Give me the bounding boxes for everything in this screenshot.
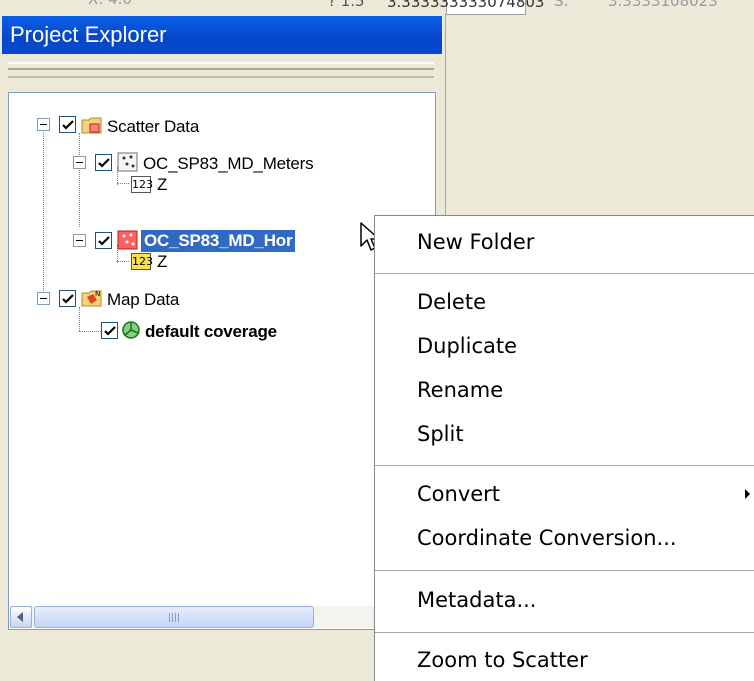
check-icon xyxy=(98,158,110,168)
collapse-scatter-1[interactable] xyxy=(73,156,86,169)
scrollbar-grip-icon xyxy=(169,613,181,622)
submenu-arrow-icon xyxy=(745,489,750,499)
context-menu: New Folder Delete Duplicate Rename Split… xyxy=(374,215,754,681)
menu-item-convert[interactable]: Convert xyxy=(417,482,500,506)
panel-toolbar xyxy=(8,62,434,78)
collapse-map-data[interactable] xyxy=(37,292,50,305)
menu-separator xyxy=(375,632,754,633)
tree-item-scatter-1[interactable]: OC_SP83_MD_Meters xyxy=(143,154,314,174)
coverage-icon xyxy=(121,320,143,340)
panel-title-bar: Project Explorer xyxy=(2,16,442,54)
dataset-123-icon: 123 xyxy=(131,253,153,270)
menu-item-coordinate-conversion[interactable]: Coordinate Conversion... xyxy=(417,526,677,550)
s-label: S: xyxy=(554,0,569,10)
menu-item-zoom-to-scatter[interactable]: Zoom to Scatter xyxy=(417,648,588,672)
folder-icon xyxy=(81,115,103,135)
tree-item-scatter-2[interactable]: OC_SP83_MD_Hor xyxy=(141,230,296,252)
menu-item-delete[interactable]: Delete xyxy=(417,290,486,314)
tree-item-default-coverage[interactable]: default coverage xyxy=(145,322,277,342)
panel-title: Project Explorer xyxy=(10,22,167,47)
coordinate-readout: ? 1.5 xyxy=(328,0,365,10)
menu-item-new-folder[interactable]: New Folder xyxy=(417,230,534,254)
project-tree[interactable]: Scatter Data OC_SP83_MD_Meters 123 Z OC_… xyxy=(8,92,436,630)
menu-item-duplicate[interactable]: Duplicate xyxy=(417,334,517,358)
tree-item-z-2[interactable]: Z xyxy=(157,252,167,272)
svg-text:N: N xyxy=(95,290,100,298)
x-coordinate-readout: X: 4.0 xyxy=(88,0,132,8)
check-icon xyxy=(62,294,74,304)
tree-guide xyxy=(43,121,44,297)
tree-guide xyxy=(117,261,129,262)
collapse-scatter-2[interactable] xyxy=(73,234,86,247)
menu-item-split[interactable]: Split xyxy=(417,422,464,446)
s-value-readout: 3.3333108023 xyxy=(608,0,718,10)
scatter-data-checkbox[interactable] xyxy=(59,116,76,133)
map-data-checkbox[interactable] xyxy=(59,290,76,307)
collapse-scatter-data[interactable] xyxy=(37,118,50,131)
map-folder-icon: N xyxy=(81,288,103,308)
scatter-points-icon xyxy=(117,230,139,250)
scrollbar-thumb[interactable] xyxy=(34,606,314,628)
menu-item-rename[interactable]: Rename xyxy=(417,378,503,402)
menu-separator xyxy=(375,465,754,466)
tree-item-z-1[interactable]: Z xyxy=(157,175,167,195)
coverage-checkbox[interactable] xyxy=(101,322,118,339)
check-icon xyxy=(62,120,74,130)
scatter-points-icon xyxy=(117,152,139,172)
menu-item-metadata[interactable]: Metadata... xyxy=(417,588,536,612)
tree-guide xyxy=(79,133,80,227)
scroll-left-button[interactable] xyxy=(10,606,32,628)
check-icon xyxy=(104,326,116,336)
tree-item-scatter-data[interactable]: Scatter Data xyxy=(107,117,199,137)
tree-guide xyxy=(79,307,80,331)
scatter-1-checkbox[interactable] xyxy=(95,154,112,171)
tree-guide xyxy=(117,183,129,184)
horizontal-scrollbar[interactable] xyxy=(10,606,434,628)
tree-item-map-data[interactable]: Map Data xyxy=(107,290,179,310)
menu-separator xyxy=(375,570,754,571)
menu-separator xyxy=(375,273,754,274)
dataset-123-icon: 123 xyxy=(131,176,153,193)
scatter-2-checkbox[interactable] xyxy=(95,232,112,249)
coordinate-value-field[interactable]: 3.333333333074803 xyxy=(387,0,544,15)
check-icon xyxy=(98,236,110,246)
tree-guide xyxy=(79,331,101,332)
